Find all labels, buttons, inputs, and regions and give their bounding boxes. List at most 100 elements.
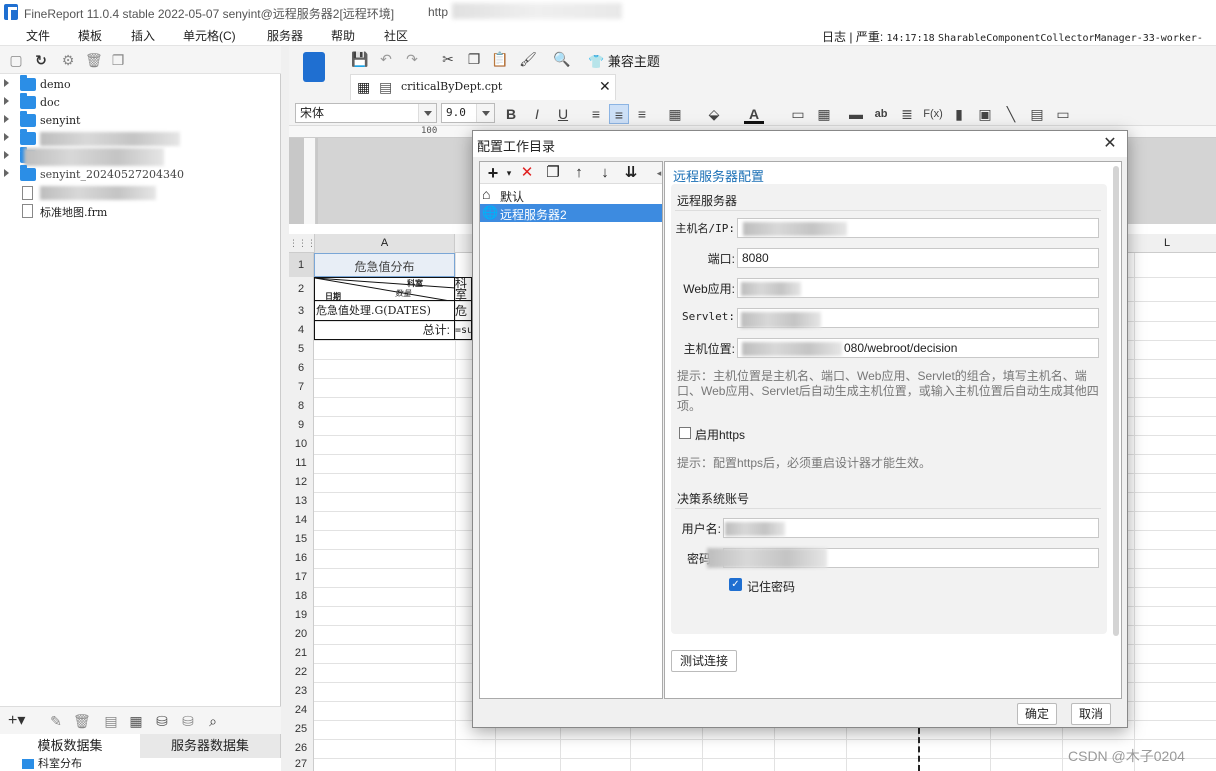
delete-icon[interactable]: 🗑 <box>85 52 103 68</box>
row-number[interactable]: 13 <box>289 492 313 511</box>
cell-a1[interactable]: 危急值分布 <box>314 253 455 277</box>
subreport-icon[interactable]: ▤ <box>1027 104 1047 124</box>
row-number[interactable]: 23 <box>289 682 313 701</box>
close-icon[interactable]: ✕ <box>1099 133 1121 155</box>
refresh-icon[interactable]: ↻ <box>33 52 49 68</box>
env-item-remote-server[interactable]: 🌐 远程服务器2 <box>480 204 662 222</box>
test-connection-button[interactable]: 测试连接 <box>671 650 737 672</box>
panel-splitter[interactable] <box>281 46 289 771</box>
cell-a3[interactable]: 危急值处理.G(DATES) <box>314 301 455 321</box>
italic-icon[interactable]: I <box>527 104 547 124</box>
database-settings-icon[interactable]: ⛁ <box>180 713 196 729</box>
tab-template-dataset[interactable]: 模板数据集 <box>0 734 140 758</box>
row-number[interactable]: 18 <box>289 587 313 606</box>
fill-color-icon[interactable]: ⬙ <box>704 104 724 124</box>
delete-icon[interactable]: ✕ <box>518 164 536 182</box>
more-icon[interactable]: ▭ <box>1053 104 1073 124</box>
expand-arrow-icon[interactable] <box>4 79 9 87</box>
menu-help[interactable]: 帮助 <box>331 27 355 44</box>
env-item-default[interactable]: ⌂ 默认 <box>480 186 662 204</box>
align-center-icon[interactable]: ≡ <box>609 104 629 124</box>
row-number[interactable]: 5 <box>289 340 313 359</box>
tree-item-senyint[interactable]: senyint <box>0 111 281 130</box>
find-icon[interactable]: 🔍 <box>552 49 572 69</box>
menu-cell[interactable]: 单元格(C) <box>183 27 236 44</box>
tree-item-blurred[interactable] <box>0 147 281 166</box>
designer-mode-icon[interactable] <box>303 52 325 82</box>
remember-password-checkbox[interactable]: ✓ <box>729 578 742 591</box>
expand-arrow-icon[interactable] <box>4 151 9 159</box>
new-folder-icon[interactable]: ▢ <box>8 52 24 68</box>
tree-item-file-blurred[interactable] <box>0 184 281 202</box>
chevron-down-icon[interactable]: ▾ <box>500 164 518 182</box>
select-all-icon[interactable]: ⋮⋮⋮ <box>289 234 316 253</box>
row-number[interactable]: 11 <box>289 454 313 473</box>
expand-arrow-icon[interactable] <box>4 97 9 105</box>
col-header-a[interactable]: A <box>314 234 455 253</box>
move-down-icon[interactable]: ↓ <box>596 164 614 182</box>
tree-item-doc[interactable]: doc <box>0 93 281 112</box>
sort-icon[interactable]: ⇊ <box>622 164 640 182</box>
row-number[interactable]: 27 <box>289 758 313 771</box>
host-location-input[interactable]: 080/webroot/decision <box>737 338 1099 358</box>
border-icon[interactable]: ▦ <box>665 104 685 124</box>
menu-insert[interactable]: 插入 <box>131 27 155 44</box>
database-icon[interactable]: ⛁ <box>154 713 170 729</box>
template-tab[interactable]: ▦ ▤ criticalByDept.cpt ✕ <box>350 74 616 100</box>
richtext-icon[interactable]: ≣ <box>897 104 917 124</box>
row-number[interactable]: 15 <box>289 530 313 549</box>
move-up-icon[interactable]: ↑ <box>570 164 588 182</box>
cancel-button[interactable]: 取消 <box>1071 703 1111 725</box>
tree-item-blurred[interactable] <box>0 129 281 148</box>
tree-item-demo[interactable]: demo <box>0 75 281 94</box>
search-icon[interactable]: ⌕ <box>205 713 221 729</box>
expand-arrow-icon[interactable] <box>4 115 9 123</box>
menu-server[interactable]: 服务器 <box>267 27 303 44</box>
col-header-l[interactable]: L <box>1147 234 1187 253</box>
port-input[interactable]: 8080 <box>737 248 1099 268</box>
log-status[interactable]: 日志 | 严重: 14:17:18 SharableComponentColle… <box>822 28 1203 45</box>
font-color-icon[interactable]: A <box>744 104 764 124</box>
row-number[interactable]: 6 <box>289 359 313 378</box>
align-right-icon[interactable]: ≡ <box>632 104 652 124</box>
text-cell-icon[interactable]: ▬ <box>846 104 866 124</box>
paste-icon[interactable]: 📋 <box>490 49 510 69</box>
cell-b2[interactable]: 科室布 <box>455 277 472 301</box>
row-number[interactable]: 19 <box>289 606 313 625</box>
row-number[interactable]: 3 <box>289 301 313 321</box>
text-icon[interactable]: ab <box>871 104 891 124</box>
row-number[interactable]: 22 <box>289 663 313 682</box>
row-number[interactable]: 14 <box>289 511 313 530</box>
dataset-item[interactable]: 科室分布 <box>38 758 82 771</box>
tree-item-map-frm[interactable]: 标准地图.frm <box>0 202 281 220</box>
redo-icon[interactable]: ↷ <box>402 49 422 69</box>
row-number[interactable]: 1 <box>289 253 313 277</box>
expand-arrow-icon[interactable] <box>4 133 9 141</box>
cell-a4[interactable]: 总计: <box>314 321 455 340</box>
tree-item-senyint-2024[interactable]: senyint_20240527204340 <box>0 165 281 184</box>
copy-icon[interactable]: ❐ <box>544 164 562 182</box>
cut-icon[interactable]: ✂ <box>438 49 458 69</box>
table-icon[interactable]: ▦ <box>814 104 834 124</box>
row-number[interactable]: 21 <box>289 644 313 663</box>
chart-icon[interactable]: ▮ <box>949 104 969 124</box>
row-number[interactable]: 26 <box>289 739 313 758</box>
row-number[interactable]: 8 <box>289 397 313 416</box>
delete-icon[interactable]: 🗑 <box>73 713 91 729</box>
format-brush-icon[interactable]: 🖌 <box>518 49 538 69</box>
row-number[interactable]: 7 <box>289 378 313 397</box>
formula-icon[interactable]: F(x) <box>923 104 943 124</box>
row-number[interactable]: 2 <box>289 277 313 301</box>
undo-icon[interactable]: ↶ <box>376 49 396 69</box>
row-number[interactable]: 24 <box>289 701 313 720</box>
underline-icon[interactable]: U <box>553 104 573 124</box>
copy-icon[interactable]: ❐ <box>110 52 126 68</box>
font-size-select[interactable]: 9.0 <box>441 103 495 123</box>
settings-icon[interactable]: ⚙ <box>60 52 76 68</box>
row-number[interactable]: 16 <box>289 549 313 568</box>
menu-template[interactable]: 模板 <box>78 27 102 44</box>
cell-a2-diagonal[interactable]: 科室 数量 日期 <box>314 277 455 301</box>
slash-icon[interactable]: ╲ <box>1001 104 1021 124</box>
row-number[interactable]: 17 <box>289 568 313 587</box>
row-number[interactable]: 10 <box>289 435 313 454</box>
